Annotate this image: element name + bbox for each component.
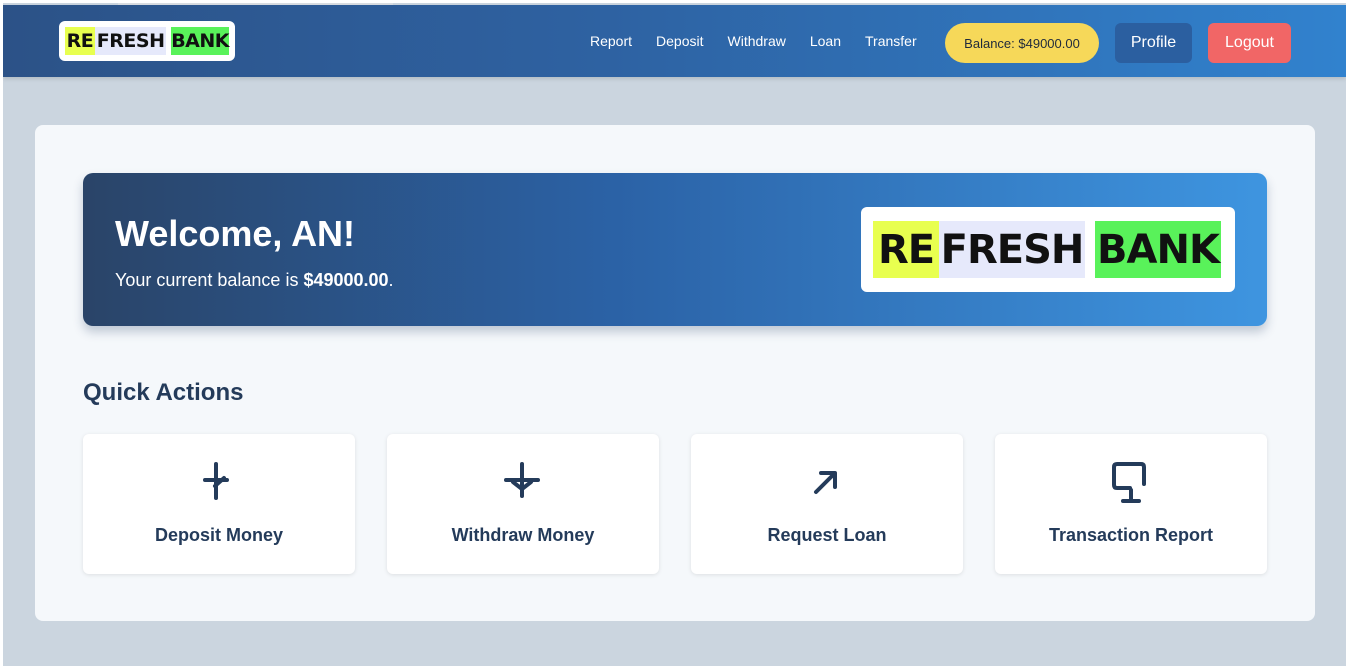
logo-bank-text: BANK [171, 27, 229, 55]
logo-bank-text: BANK [1095, 221, 1221, 278]
nav-link-transfer[interactable]: Transfer [865, 33, 917, 49]
request-loan-label: Request Loan [767, 525, 887, 545]
brand-logo[interactable]: RE FRESH BANK [59, 21, 235, 61]
dashboard-card: Welcome, AN! Your current balance is $49… [35, 125, 1315, 621]
report-icon [1111, 460, 1151, 504]
balance-prefix: Your current balance is [115, 270, 304, 290]
banner-logo: RE FRESH BANK [861, 207, 1235, 292]
arrow-up-right-icon [807, 460, 847, 504]
quick-actions-grid: Deposit Money Withdraw Money Request Loa… [83, 434, 1267, 574]
deposit-money-label: Deposit Money [154, 525, 283, 545]
welcome-banner: Welcome, AN! Your current balance is $49… [83, 173, 1267, 326]
balance-suffix: . [388, 270, 394, 290]
nav-link-withdraw[interactable]: Withdraw [728, 33, 786, 49]
transaction-report-label: Transaction Report [1048, 525, 1214, 545]
deposit-money-card[interactable]: Deposit Money [83, 434, 355, 574]
nav-link-deposit[interactable]: Deposit [656, 33, 703, 49]
request-loan-card[interactable]: Request Loan [691, 434, 963, 574]
profile-button[interactable]: Profile [1115, 23, 1192, 63]
navbar: RE FRESH BANK Report Deposit Withdraw Lo… [3, 5, 1346, 77]
deposit-icon [199, 460, 239, 504]
transaction-report-card[interactable]: Transaction Report [995, 434, 1267, 574]
withdraw-icon [503, 460, 543, 504]
quick-actions-title: Quick Actions [83, 379, 244, 406]
balance-badge: Balance: $49000.00 [945, 23, 1099, 63]
app-frame: RE FRESH BANK Report Deposit Withdraw Lo… [3, 3, 1346, 666]
withdraw-money-label: Withdraw Money [451, 525, 595, 545]
nav-links: Report Deposit Withdraw Loan Transfer [590, 5, 941, 77]
nav-link-loan[interactable]: Loan [810, 33, 841, 49]
logo-gap [1085, 221, 1095, 278]
logo-re-text: RE [873, 221, 939, 278]
nav-link-report[interactable]: Report [590, 33, 632, 49]
withdraw-money-card[interactable]: Withdraw Money [387, 434, 659, 574]
welcome-title: Welcome, AN! [115, 213, 356, 254]
welcome-balance-text: Your current balance is $49000.00. [115, 270, 394, 291]
balance-amount: $49000.00 [303, 270, 389, 290]
logo-fresh-text: FRESH [94, 27, 167, 55]
logout-button[interactable]: Logout [1208, 23, 1291, 63]
logo-fresh-text: FRESH [939, 221, 1085, 278]
logo-re-text: RE [65, 27, 95, 55]
